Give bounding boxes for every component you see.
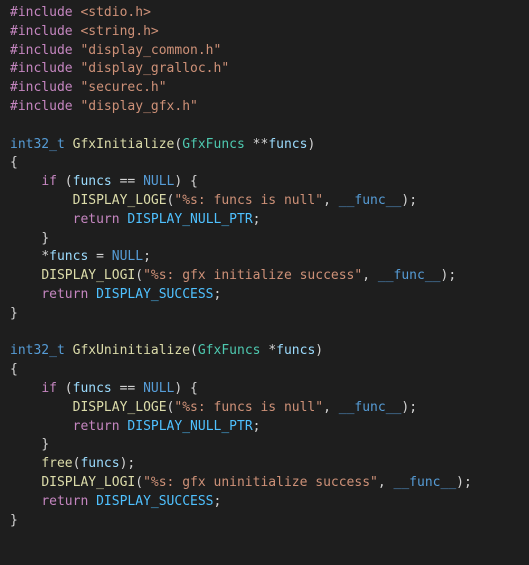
include-kw: #include (10, 5, 73, 20)
free-arg: funcs (80, 456, 119, 471)
param-type: GfxFuncs (198, 343, 261, 358)
include-path: <stdio.h> (80, 5, 150, 20)
null-ptr-const: DISPLAY_NULL_PTR (127, 212, 252, 227)
function-name: GfxInitialize (73, 137, 175, 152)
func-magic: __func__ (339, 400, 402, 415)
success-const: DISPLAY_SUCCESS (96, 287, 213, 302)
var: funcs (73, 381, 112, 396)
func-magic: __func__ (394, 475, 457, 490)
return-kw: return (41, 287, 88, 302)
param-type: GfxFuncs (182, 137, 245, 152)
logi-macro: DISPLAY_LOGI (41, 268, 135, 283)
logi-macro: DISPLAY_LOGI (41, 475, 135, 490)
var: funcs (49, 249, 88, 264)
if-keyword: if (41, 174, 57, 189)
loge-fmt: "%s: funcs is null" (174, 400, 323, 415)
func-magic: __func__ (378, 268, 441, 283)
include-kw: #include (10, 61, 73, 76)
null: NULL (143, 174, 174, 189)
include-kw: #include (10, 80, 73, 95)
return-kw: return (73, 212, 120, 227)
null-ptr-const: DISPLAY_NULL_PTR (127, 419, 252, 434)
loge-fmt: "%s: funcs is null" (174, 193, 323, 208)
return-kw: return (41, 494, 88, 509)
include-path: "display_common.h" (80, 43, 221, 58)
include-path: "display_gfx.h" (80, 99, 197, 114)
include-kw: #include (10, 99, 73, 114)
logi-fmt: "%s: gfx uninitialize success" (143, 475, 378, 490)
logi-fmt: "%s: gfx initialize success" (143, 268, 362, 283)
return-type: int32_t (10, 137, 65, 152)
include-path: "securec.h" (80, 80, 166, 95)
include-path: <string.h> (80, 24, 158, 39)
if-keyword: if (41, 381, 57, 396)
null: NULL (112, 249, 143, 264)
return-kw: return (73, 419, 120, 434)
code-block: #include <stdio.h> #include <string.h> #… (0, 0, 529, 534)
loge-macro: DISPLAY_LOGE (73, 400, 167, 415)
include-kw: #include (10, 43, 73, 58)
include-kw: #include (10, 24, 73, 39)
func-magic: __func__ (339, 193, 402, 208)
success-const: DISPLAY_SUCCESS (96, 494, 213, 509)
return-type: int32_t (10, 343, 65, 358)
include-path: "display_gralloc.h" (80, 61, 229, 76)
param-name: funcs (276, 343, 315, 358)
loge-macro: DISPLAY_LOGE (73, 193, 167, 208)
null: NULL (143, 381, 174, 396)
function-name: GfxUninitialize (73, 343, 190, 358)
var: funcs (73, 174, 112, 189)
free-fn: free (41, 456, 72, 471)
param-name: funcs (268, 137, 307, 152)
